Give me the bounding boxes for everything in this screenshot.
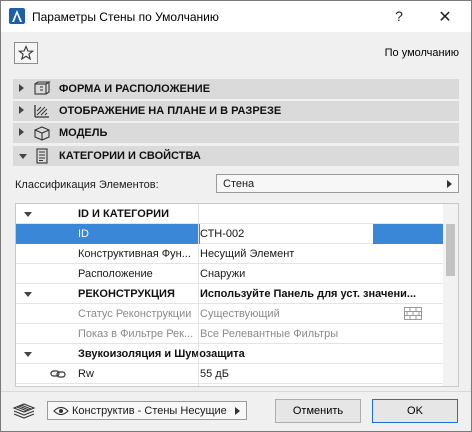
layer-value: Конструктив - Стены Несущие: [72, 405, 227, 417]
property-value[interactable]: 55 дБ: [200, 368, 422, 380]
star-icon: [18, 45, 34, 61]
classification-label: Классификация Элементов:: [15, 179, 159, 191]
expand-arrow-icon: [19, 106, 24, 114]
collapse-arrow-icon: [24, 212, 32, 217]
panel-label: МОДЕЛЬ: [59, 127, 108, 139]
expand-arrow-icon: [19, 128, 24, 136]
panel-shape-placement[interactable]: ФОРМА И РАСПОЛОЖЕНИЕ: [13, 79, 459, 99]
layers-icon[interactable]: [12, 402, 36, 420]
table-row[interactable]: Конструктивная Фун... Несущий Элемент: [16, 244, 444, 264]
table-row: Показ в Фильтре Рек... Все Релевантные Ф…: [16, 324, 444, 344]
properties-table: ID И КАТЕГОРИИ ID СТН-002 Конструктивная…: [15, 203, 459, 387]
table-group-row[interactable]: Звукоизоляция и Шумозащита: [16, 344, 444, 364]
collapse-arrow-icon: [24, 292, 32, 297]
eye-icon: [53, 406, 69, 416]
favorites-button[interactable]: [14, 42, 38, 64]
property-name: Статус Реконструкции: [78, 308, 192, 320]
scrollbar-thumb[interactable]: [446, 224, 455, 276]
dropdown-arrow-icon: [235, 407, 240, 415]
property-name: Rw: [78, 368, 94, 380]
property-name: Конструктивная Фун...: [78, 248, 191, 260]
table-row-rw[interactable]: Rw 55 дБ: [16, 364, 444, 384]
panel-categories-properties[interactable]: КАТЕГОРИИ И СВОЙСТВА: [13, 146, 459, 166]
collapse-arrow-icon: [19, 154, 27, 159]
ok-button[interactable]: OK: [372, 399, 458, 423]
classification-value: Стена: [223, 178, 255, 190]
panel-label: КАТЕГОРИИ И СВОЙСТВА: [59, 150, 201, 162]
table-row: Статус Реконструкции Существующий: [16, 304, 444, 324]
collapse-arrow-icon: [24, 352, 32, 357]
hatch-icon: [34, 105, 49, 118]
group-name: ID И КАТЕГОРИИ: [78, 208, 169, 220]
box-model-icon: [34, 126, 50, 141]
title-bar: Параметры Стены по Умолчанию ? ✕: [1, 1, 471, 32]
group-name: Звукоизоляция и Шумозащита: [78, 348, 245, 360]
panel-plan-section[interactable]: ОТОБРАЖЕНИЕ НА ПЛАНЕ И В РАЗРЕЗЕ: [13, 101, 459, 121]
panel-model[interactable]: МОДЕЛЬ: [13, 123, 459, 143]
table-group-row[interactable]: ID И КАТЕГОРИИ: [16, 204, 444, 224]
group-hint: Используйте Панель для уст. значени...: [200, 288, 417, 300]
property-name: Расположение: [78, 268, 153, 280]
layer-select[interactable]: Конструктив - Стены Несущие: [47, 401, 247, 420]
wall-geometry-icon: [34, 81, 51, 95]
table-scrollbar[interactable]: [443, 204, 458, 386]
help-button[interactable]: ?: [389, 8, 409, 26]
classification-select[interactable]: Стена: [216, 174, 459, 193]
expand-arrow-icon: [19, 84, 24, 92]
preset-label: По умолчанию: [384, 47, 459, 59]
link-icon: [50, 370, 66, 378]
table-group-row[interactable]: РЕКОНСТРУКЦИЯ Используйте Панель для уст…: [16, 284, 444, 304]
brick-wall-icon: [404, 307, 422, 320]
wall-settings-dialog: Параметры Стены по Умолчанию ? ✕ По умол…: [0, 0, 472, 432]
property-value-field[interactable]: СТН-002: [200, 228, 422, 240]
property-name: Показ в Фильтре Рек...: [78, 328, 194, 340]
column-divider: [198, 204, 199, 386]
archicad-icon: [9, 8, 25, 24]
document-icon: [36, 148, 48, 164]
property-value[interactable]: Снаружи: [200, 268, 422, 280]
close-button[interactable]: ✕: [435, 7, 455, 27]
panel-label: ФОРМА И РАСПОЛОЖЕНИЕ: [59, 83, 211, 95]
dropdown-arrow-icon: [447, 180, 452, 188]
property-name: ID: [78, 228, 89, 240]
panel-label: ОТОБРАЖЕНИЕ НА ПЛАНЕ И В РАЗРЕЗЕ: [59, 105, 282, 117]
property-value[interactable]: Несущий Элемент: [200, 248, 422, 260]
cancel-button[interactable]: Отменить: [275, 399, 361, 423]
table-row[interactable]: Расположение Снаружи: [16, 264, 444, 284]
footer-divider: [1, 391, 471, 392]
table-row-id[interactable]: ID СТН-002: [16, 224, 444, 244]
property-value: Существующий: [200, 308, 280, 320]
window-title: Параметры Стены по Умолчанию: [32, 10, 219, 24]
property-value: Все Релевантные Фильтры: [200, 328, 339, 340]
